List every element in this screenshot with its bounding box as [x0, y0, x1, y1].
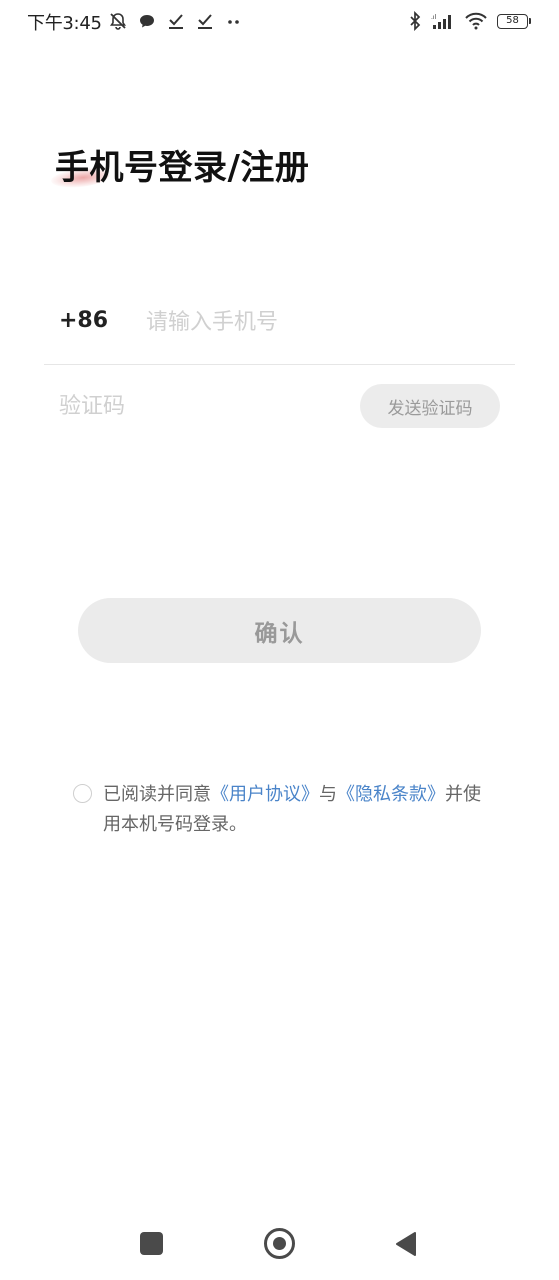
status-icons-left — [108, 10, 244, 32]
agreement-text: 已阅读并同意《用户协议》与《隐私条款》并使用本机号码登录。 — [103, 780, 498, 840]
verification-code-row: 发送验证码 — [44, 380, 515, 432]
country-code[interactable]: +86 — [59, 308, 108, 333]
more-dots-icon — [224, 11, 244, 31]
privacy-policy-link[interactable]: 《隐私条款》 — [337, 784, 445, 805]
back-button[interactable] — [395, 1231, 417, 1257]
battery-icon: 58 — [497, 13, 531, 29]
check-download-icon — [195, 11, 215, 31]
system-nav-bar — [0, 1210, 559, 1280]
page-title: 手机号登录/注册 — [55, 148, 310, 188]
phone-number-input[interactable] — [146, 304, 476, 340]
status-bar: 下午3:45 .ıl 58 — [0, 0, 559, 42]
title-block: 手机号登录/注册 — [50, 140, 310, 190]
svg-text:.ıl: .ıl — [431, 14, 437, 21]
bluetooth-icon — [408, 11, 422, 31]
check-download-icon — [166, 11, 186, 31]
agreement-middle: 与 — [319, 784, 337, 805]
send-code-button[interactable]: 发送验证码 — [360, 384, 500, 428]
status-time: 下午3:45 — [27, 13, 102, 34]
battery-tip — [529, 18, 531, 24]
wifi-icon — [464, 11, 488, 31]
battery-level: 58 — [497, 13, 528, 29]
recent-apps-button[interactable] — [140, 1232, 163, 1255]
confirm-button[interactable]: 确认 — [78, 598, 481, 663]
agreement-checkbox[interactable] — [73, 784, 92, 803]
login-page: 下午3:45 .ıl 58 手机号登录/注册 +86 请输入手机号 验证码 发送… — [0, 0, 559, 1280]
home-button[interactable] — [264, 1228, 295, 1259]
back-triangle-icon — [396, 1232, 416, 1256]
signal-icon: .ıl — [431, 11, 455, 31]
bell-off-icon — [108, 11, 128, 31]
chat-bubble-icon — [137, 11, 157, 31]
user-agreement-link[interactable]: 《用户协议》 — [211, 784, 319, 805]
status-icons-right: .ıl 58 — [408, 10, 531, 32]
phone-input-row: +86 — [44, 290, 515, 365]
home-dot-icon — [273, 1237, 286, 1250]
agreement-prefix: 已阅读并同意 — [103, 784, 211, 805]
verification-code-input[interactable] — [59, 388, 319, 424]
